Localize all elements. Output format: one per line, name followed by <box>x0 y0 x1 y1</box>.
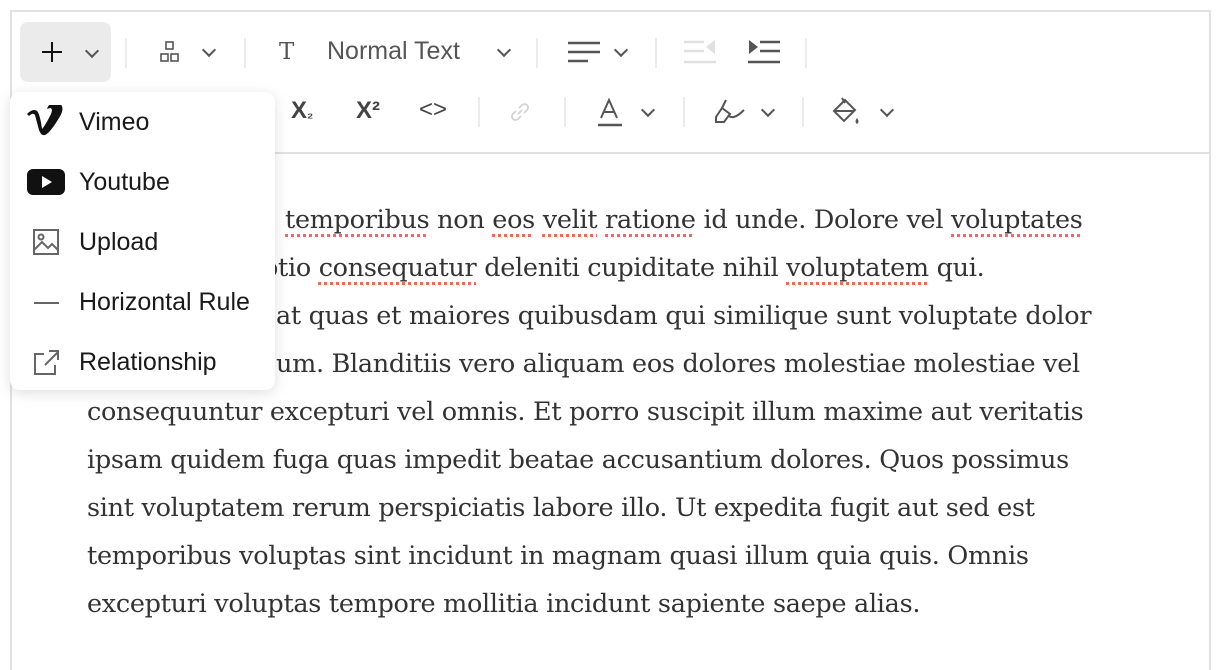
text-segment: um. Blanditiis vero aliquam eos dolores … <box>276 349 1080 379</box>
align-dropdown[interactable] <box>565 36 635 68</box>
text-segment: sint voluptatem rerum perspiciatis labor… <box>87 493 1035 523</box>
menu-item-horizontal-rule[interactable]: Horizontal Rule <box>10 275 275 331</box>
paragraph-line: temporibus voluptas sint incidunt in mag… <box>87 541 1029 571</box>
toolbar-divider <box>564 97 566 127</box>
paragraph-line: excepturi voluptas tempore mollitia inci… <box>87 589 920 619</box>
toolbar-divider <box>683 97 685 127</box>
vimeo-icon <box>27 105 63 136</box>
superscript-button[interactable]: X² <box>356 97 380 125</box>
chevron-down-icon <box>496 42 512 58</box>
image-icon <box>33 229 59 255</box>
text-color-dropdown[interactable] <box>595 96 665 130</box>
external-link-icon <box>34 350 59 375</box>
menu-item-label: Horizontal Rule <box>79 288 250 316</box>
text-segment: id unde. Dolore vel <box>695 205 951 235</box>
text-segment: non <box>429 205 493 235</box>
highlighter-icon <box>715 99 745 123</box>
text-t-icon: T <box>279 39 295 65</box>
text-segment: deleniti cupiditate nihil <box>476 253 787 283</box>
code-button[interactable]: <> <box>419 96 447 124</box>
toolbar-divider <box>802 97 804 127</box>
youtube-icon <box>27 169 65 195</box>
text-segment: temporibus voluptas sint incidunt in mag… <box>87 541 1029 571</box>
misspelled-word[interactable]: temporibus <box>285 205 430 235</box>
insert-menu: Vimeo Youtube Upload Horizontal Rule Rel… <box>10 92 275 390</box>
text-segment <box>597 205 605 235</box>
horizontal-rule-icon <box>34 302 59 304</box>
toolbar-divider <box>655 38 657 68</box>
text-segment: ipsam quidem fuga quas impedit beatae ac… <box>87 445 1069 475</box>
text-segment: consequuntur excepturi vel omnis. Et por… <box>87 397 1084 427</box>
toolbar-divider <box>125 38 127 68</box>
chevron-down-icon <box>84 43 100 59</box>
paragraph-line: um. Blanditiis vero aliquam eos dolores … <box>276 349 1080 379</box>
menu-item-label: Upload <box>79 228 159 256</box>
menu-item-relationship[interactable]: Relationship <box>10 335 275 391</box>
misspelled-word[interactable]: velit <box>543 205 598 235</box>
paint-bucket-icon <box>832 97 859 124</box>
misspelled-word[interactable]: consequatur <box>319 253 477 283</box>
outdent-icon[interactable] <box>683 38 717 66</box>
text-style-label: Normal Text <box>327 37 460 65</box>
chevron-down-icon <box>613 42 629 58</box>
menu-item-upload[interactable]: Upload <box>10 215 275 271</box>
paragraph-line: ipsam quidem fuga quas impedit beatae ac… <box>87 445 1069 475</box>
highlight-dropdown[interactable] <box>714 96 784 130</box>
chevron-down-icon <box>640 102 656 118</box>
menu-item-label: Vimeo <box>79 108 150 136</box>
subscript-button[interactable]: X₂ <box>291 97 313 125</box>
text-style-dropdown[interactable]: T Normal Text <box>275 34 520 70</box>
menu-item-label: Youtube <box>79 168 170 196</box>
misspelled-word[interactable]: voluptatem <box>786 253 929 283</box>
text-segment: qui. <box>928 253 985 283</box>
text-segment: excepturi voluptas tempore mollitia inci… <box>87 589 921 619</box>
chevron-down-icon <box>879 102 895 118</box>
menu-item-vimeo[interactable]: Vimeo <box>10 95 275 151</box>
misspelled-word[interactable]: eos <box>492 205 535 235</box>
menu-item-youtube[interactable]: Youtube <box>10 155 275 211</box>
link-icon[interactable] <box>508 100 532 124</box>
font-color-icon <box>598 97 622 127</box>
plus-icon <box>42 42 62 62</box>
toolbar-divider <box>536 38 538 68</box>
align-left-icon <box>568 41 600 63</box>
paragraph-line: ptio consequatur deleniti cupiditate nih… <box>262 253 985 283</box>
layout-blocks-icon <box>160 41 179 62</box>
paragraph-line: temporibus non eos velit ratione id unde… <box>285 205 1083 235</box>
toolbar-divider <box>805 38 807 68</box>
toolbar-divider <box>478 97 480 127</box>
background-color-dropdown[interactable] <box>832 96 902 130</box>
misspelled-word[interactable]: voluptates <box>951 205 1083 235</box>
text-segment <box>535 205 543 235</box>
insert-button[interactable] <box>20 22 111 82</box>
chevron-down-icon <box>201 42 217 58</box>
paragraph-line: at quas et maiores quibusdam qui similiq… <box>276 301 1092 331</box>
block-type-button[interactable] <box>155 36 230 68</box>
menu-item-label: Relationship <box>79 348 217 376</box>
chevron-down-icon <box>760 102 776 118</box>
indent-icon[interactable] <box>747 38 781 66</box>
text-segment: at quas et maiores quibusdam qui similiq… <box>276 301 1092 331</box>
paragraph-line: consequuntur excepturi vel omnis. Et por… <box>87 397 1084 427</box>
paragraph-line: sint voluptatem rerum perspiciatis labor… <box>87 493 1035 523</box>
toolbar-divider <box>244 38 246 68</box>
misspelled-word[interactable]: ratione <box>605 205 696 235</box>
